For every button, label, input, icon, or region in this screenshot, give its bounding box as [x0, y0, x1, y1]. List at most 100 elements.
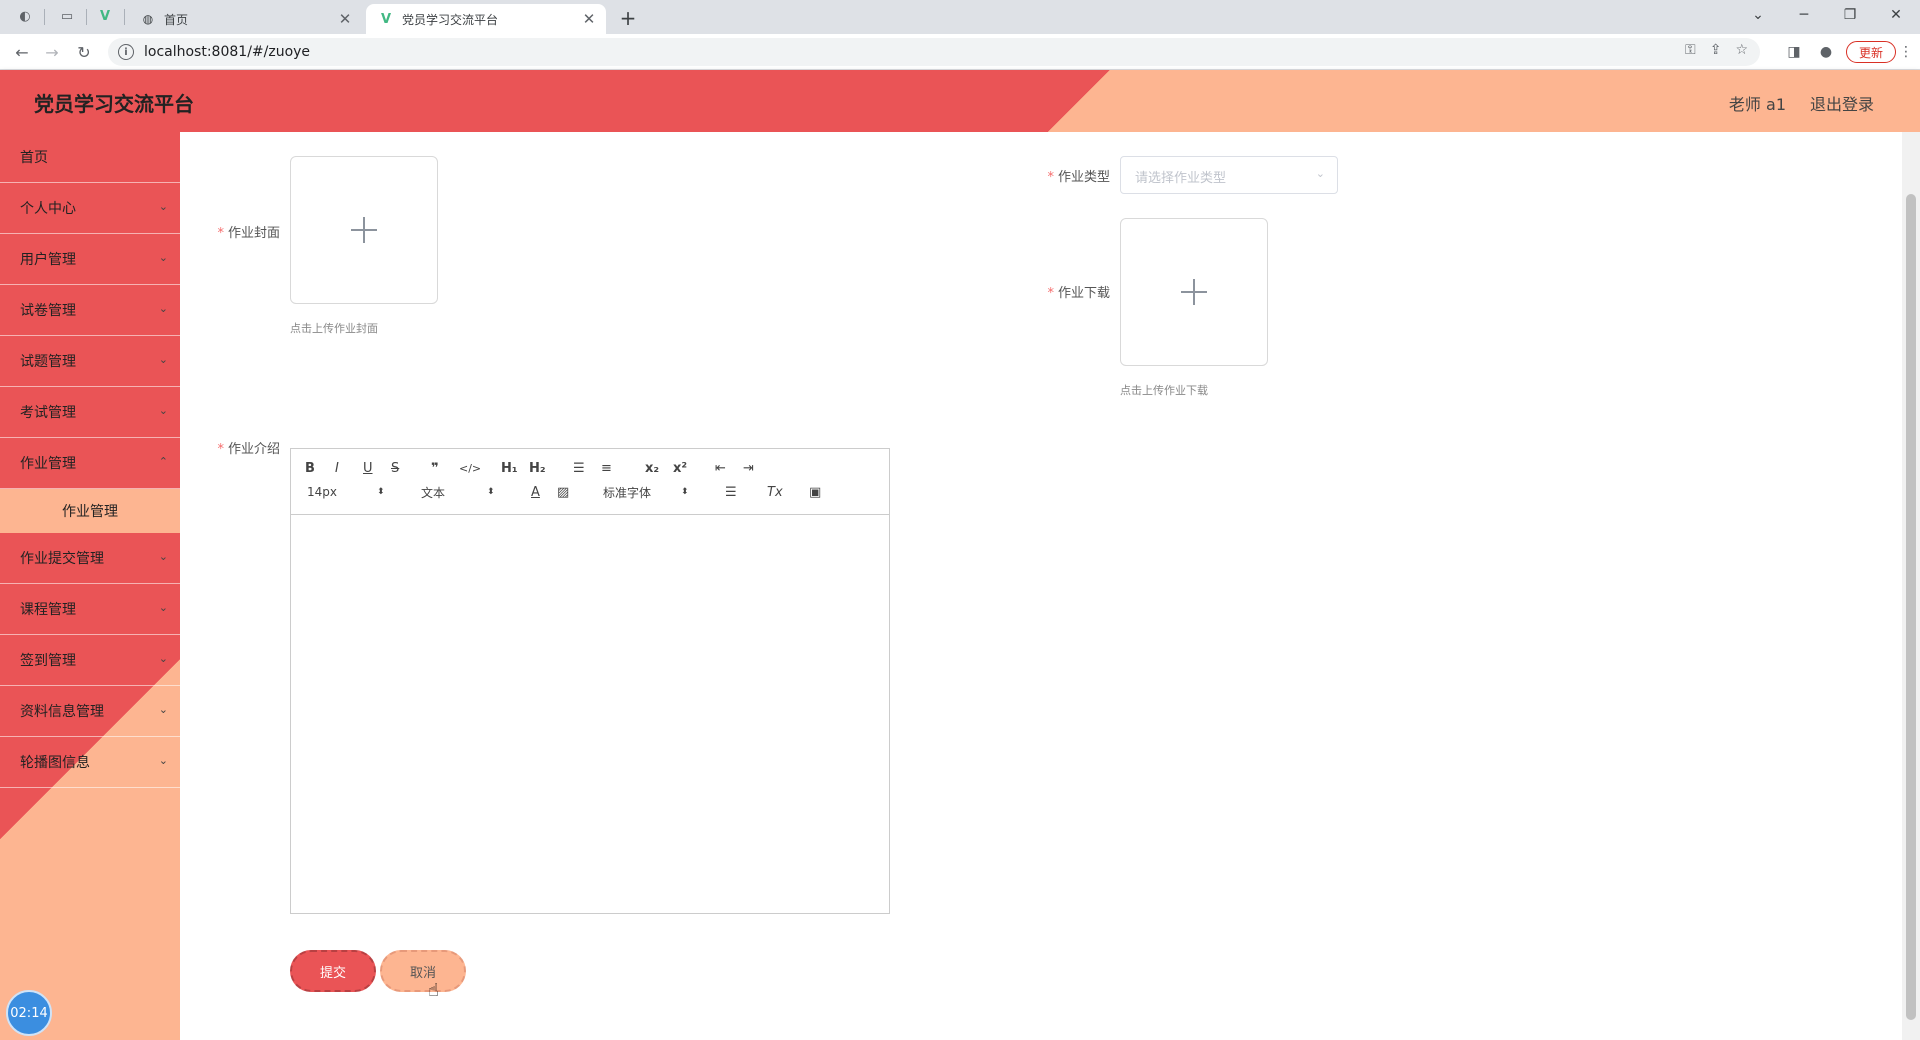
align-icon[interactable]: ☰ — [725, 483, 737, 501]
header-1-button[interactable]: H₁ — [501, 459, 518, 477]
sidebar-item-label: 作业管理 — [20, 456, 76, 472]
clock-widget[interactable]: 02:14 — [6, 990, 52, 1036]
more-menu-icon[interactable]: ⋮ — [1896, 42, 1916, 62]
sidebar-item-carousel[interactable]: 轮播图信息 ⌄ — [0, 737, 180, 788]
github-icon[interactable]: ◐ — [16, 7, 34, 25]
site-info-icon[interactable]: i — [118, 44, 134, 60]
page-scrollbar[interactable] — [1902, 132, 1920, 1040]
image-icon[interactable]: ▣ — [809, 483, 821, 501]
sidebar-subitem-label: 作业管理 — [62, 504, 118, 520]
sidebar-item-exam-management[interactable]: 考试管理 ⌄ — [0, 387, 180, 438]
bookmark-star-icon[interactable]: ☆ — [1735, 42, 1748, 58]
profile-icon[interactable]: ● — [1816, 42, 1836, 62]
ordered-list-icon[interactable]: ☰ — [573, 459, 585, 477]
updown-icon: ⬍ — [377, 487, 385, 497]
sidebar-item-submission-management[interactable]: 作业提交管理 ⌄ — [0, 533, 180, 584]
required-mark: * — [1047, 170, 1054, 185]
url-field[interactable]: i localhost:8081/#/zuoye ⚿ ⇪ ☆ — [108, 38, 1760, 66]
editor-toolbar: B I U S ❞ </> H₁ H₂ ☰ ≡ x₂ x² ⇤ ⇥ 14px ⬍… — [291, 449, 889, 515]
side-panel-icon[interactable]: ◨ — [1784, 42, 1804, 62]
superscript-button[interactable]: x² — [673, 459, 687, 477]
share-icon[interactable]: ⇪ — [1710, 42, 1722, 58]
header-picker[interactable]: 文本 ⬍ — [421, 483, 507, 501]
indent-icon[interactable]: ⇥ — [743, 459, 754, 477]
sidebar-item-label: 轮播图信息 — [20, 755, 90, 771]
sidebar-item-question-management[interactable]: 试题管理 ⌄ — [0, 336, 180, 387]
blockquote-button[interactable]: ❞ — [431, 459, 439, 477]
clean-format-button[interactable]: Tx — [767, 483, 783, 501]
font-size-picker[interactable]: 14px ⬍ — [307, 483, 395, 501]
sidebar-item-personal-center[interactable]: 个人中心 ⌄ — [0, 183, 180, 234]
key-icon[interactable]: ⚿ — [1685, 42, 1696, 58]
tab-separator — [86, 9, 87, 25]
text-color-button[interactable]: A — [531, 483, 540, 501]
sidebar-item-home[interactable]: 首页 — [0, 132, 180, 183]
tab-home[interactable]: ◍ 首页 ✕ — [128, 4, 362, 34]
rich-text-editor: B I U S ❞ </> H₁ H₂ ☰ ≡ x₂ x² ⇤ ⇥ 14px ⬍… — [290, 448, 890, 914]
minimize-icon[interactable]: ─ — [1782, 2, 1826, 28]
window-close-icon[interactable]: ✕ — [1874, 2, 1918, 28]
sidebar-item-label: 课程管理 — [20, 602, 76, 618]
sidebar-item-course-management[interactable]: 课程管理 ⌄ — [0, 584, 180, 635]
type-select[interactable]: 请选择作业类型 ⌄ — [1120, 156, 1338, 194]
outdent-icon[interactable]: ⇤ — [715, 459, 726, 477]
sidebar-item-material-management[interactable]: 资料信息管理 ⌄ — [0, 686, 180, 737]
browser-tab-bar: ◐ ▭ V ◍ 首页 ✕ V 党员学习交流平台 ✕ + ⌄ ─ ❐ ✕ — [0, 0, 1920, 34]
forward-icon[interactable]: → — [40, 40, 64, 64]
bullet-list-icon[interactable]: ≡ — [601, 459, 612, 477]
hand-cursor-icon: ☝ — [428, 980, 439, 1001]
italic-button[interactable]: I — [335, 459, 339, 477]
sidebar-item-checkin-management[interactable]: 签到管理 ⌄ — [0, 635, 180, 686]
subscript-button[interactable]: x₂ — [645, 459, 659, 477]
sidebar-item-label: 资料信息管理 — [20, 704, 104, 720]
close-icon[interactable]: ✕ — [580, 10, 598, 28]
sidebar-item-label: 签到管理 — [20, 653, 76, 669]
sidebar-item-homework-management[interactable]: 作业管理 ⌃ — [0, 438, 180, 489]
download-upload[interactable] — [1120, 218, 1268, 366]
bold-button[interactable]: B — [305, 459, 315, 477]
sidebar: 首页 个人中心 ⌄ 用户管理 ⌄ 试卷管理 ⌄ 试题管理 ⌄ 考试管理 ⌄ 作业… — [0, 132, 180, 1040]
background-color-icon[interactable]: ▨ — [557, 483, 569, 501]
sidebar-item-label: 首页 — [20, 150, 48, 166]
vue-logo-icon[interactable]: V — [96, 7, 114, 25]
reload-icon[interactable]: ↻ — [72, 40, 96, 64]
sidebar-item-label: 个人中心 — [20, 201, 76, 217]
cover-upload[interactable] — [290, 156, 438, 304]
chevron-down-icon: ⌄ — [158, 601, 168, 614]
updown-icon: ⬍ — [487, 487, 495, 497]
address-bar: ← → ↻ i localhost:8081/#/zuoye ⚿ ⇪ ☆ ◨ ●… — [0, 34, 1920, 70]
font-family-picker[interactable]: 标准字体 ⬍ — [603, 483, 699, 501]
scrollbar-thumb[interactable] — [1906, 194, 1916, 1020]
submit-button[interactable]: 提交 — [290, 950, 376, 992]
vue-logo-icon: V — [380, 11, 392, 27]
back-icon[interactable]: ← — [10, 40, 34, 64]
blank-page-icon[interactable]: ▭ — [58, 7, 76, 25]
update-button[interactable]: 更新 — [1846, 41, 1896, 63]
tab-label: 首页 — [164, 12, 189, 27]
strike-button[interactable]: S — [391, 459, 399, 477]
close-icon[interactable]: ✕ — [336, 10, 354, 28]
restore-icon[interactable]: ❐ — [1828, 2, 1872, 28]
chevron-down-icon: ⌄ — [158, 200, 168, 213]
cover-hint: 点击上传作业封面 — [290, 322, 378, 335]
editor-content-area[interactable] — [291, 515, 889, 913]
cover-label: * 作业封面 — [210, 222, 280, 241]
chevron-up-icon: ⌃ — [158, 455, 168, 468]
sidebar-item-user-management[interactable]: 用户管理 ⌄ — [0, 234, 180, 285]
sidebar-item-label: 用户管理 — [20, 252, 76, 268]
cancel-button[interactable]: 取消 — [380, 950, 466, 992]
header-2-button[interactable]: H₂ — [529, 459, 546, 477]
new-tab-button[interactable]: + — [616, 6, 640, 30]
tab-search-icon[interactable]: ⌄ — [1736, 2, 1780, 28]
updown-icon: ⬍ — [681, 487, 689, 497]
logout-link[interactable]: 退出登录 — [1810, 91, 1874, 115]
intro-label-text: 作业介绍 — [227, 442, 280, 457]
tab-separator — [124, 9, 125, 25]
code-block-button[interactable]: </> — [459, 459, 481, 477]
tab-active[interactable]: V 党员学习交流平台 ✕ — [366, 4, 606, 34]
sidebar-item-paper-management[interactable]: 试卷管理 ⌄ — [0, 285, 180, 336]
globe-icon: ◍ — [142, 12, 154, 26]
sidebar-subitem-homework[interactable]: 作业管理 — [0, 489, 180, 533]
underline-button[interactable]: U — [363, 459, 373, 477]
chevron-down-icon: ⌄ — [1315, 167, 1325, 180]
